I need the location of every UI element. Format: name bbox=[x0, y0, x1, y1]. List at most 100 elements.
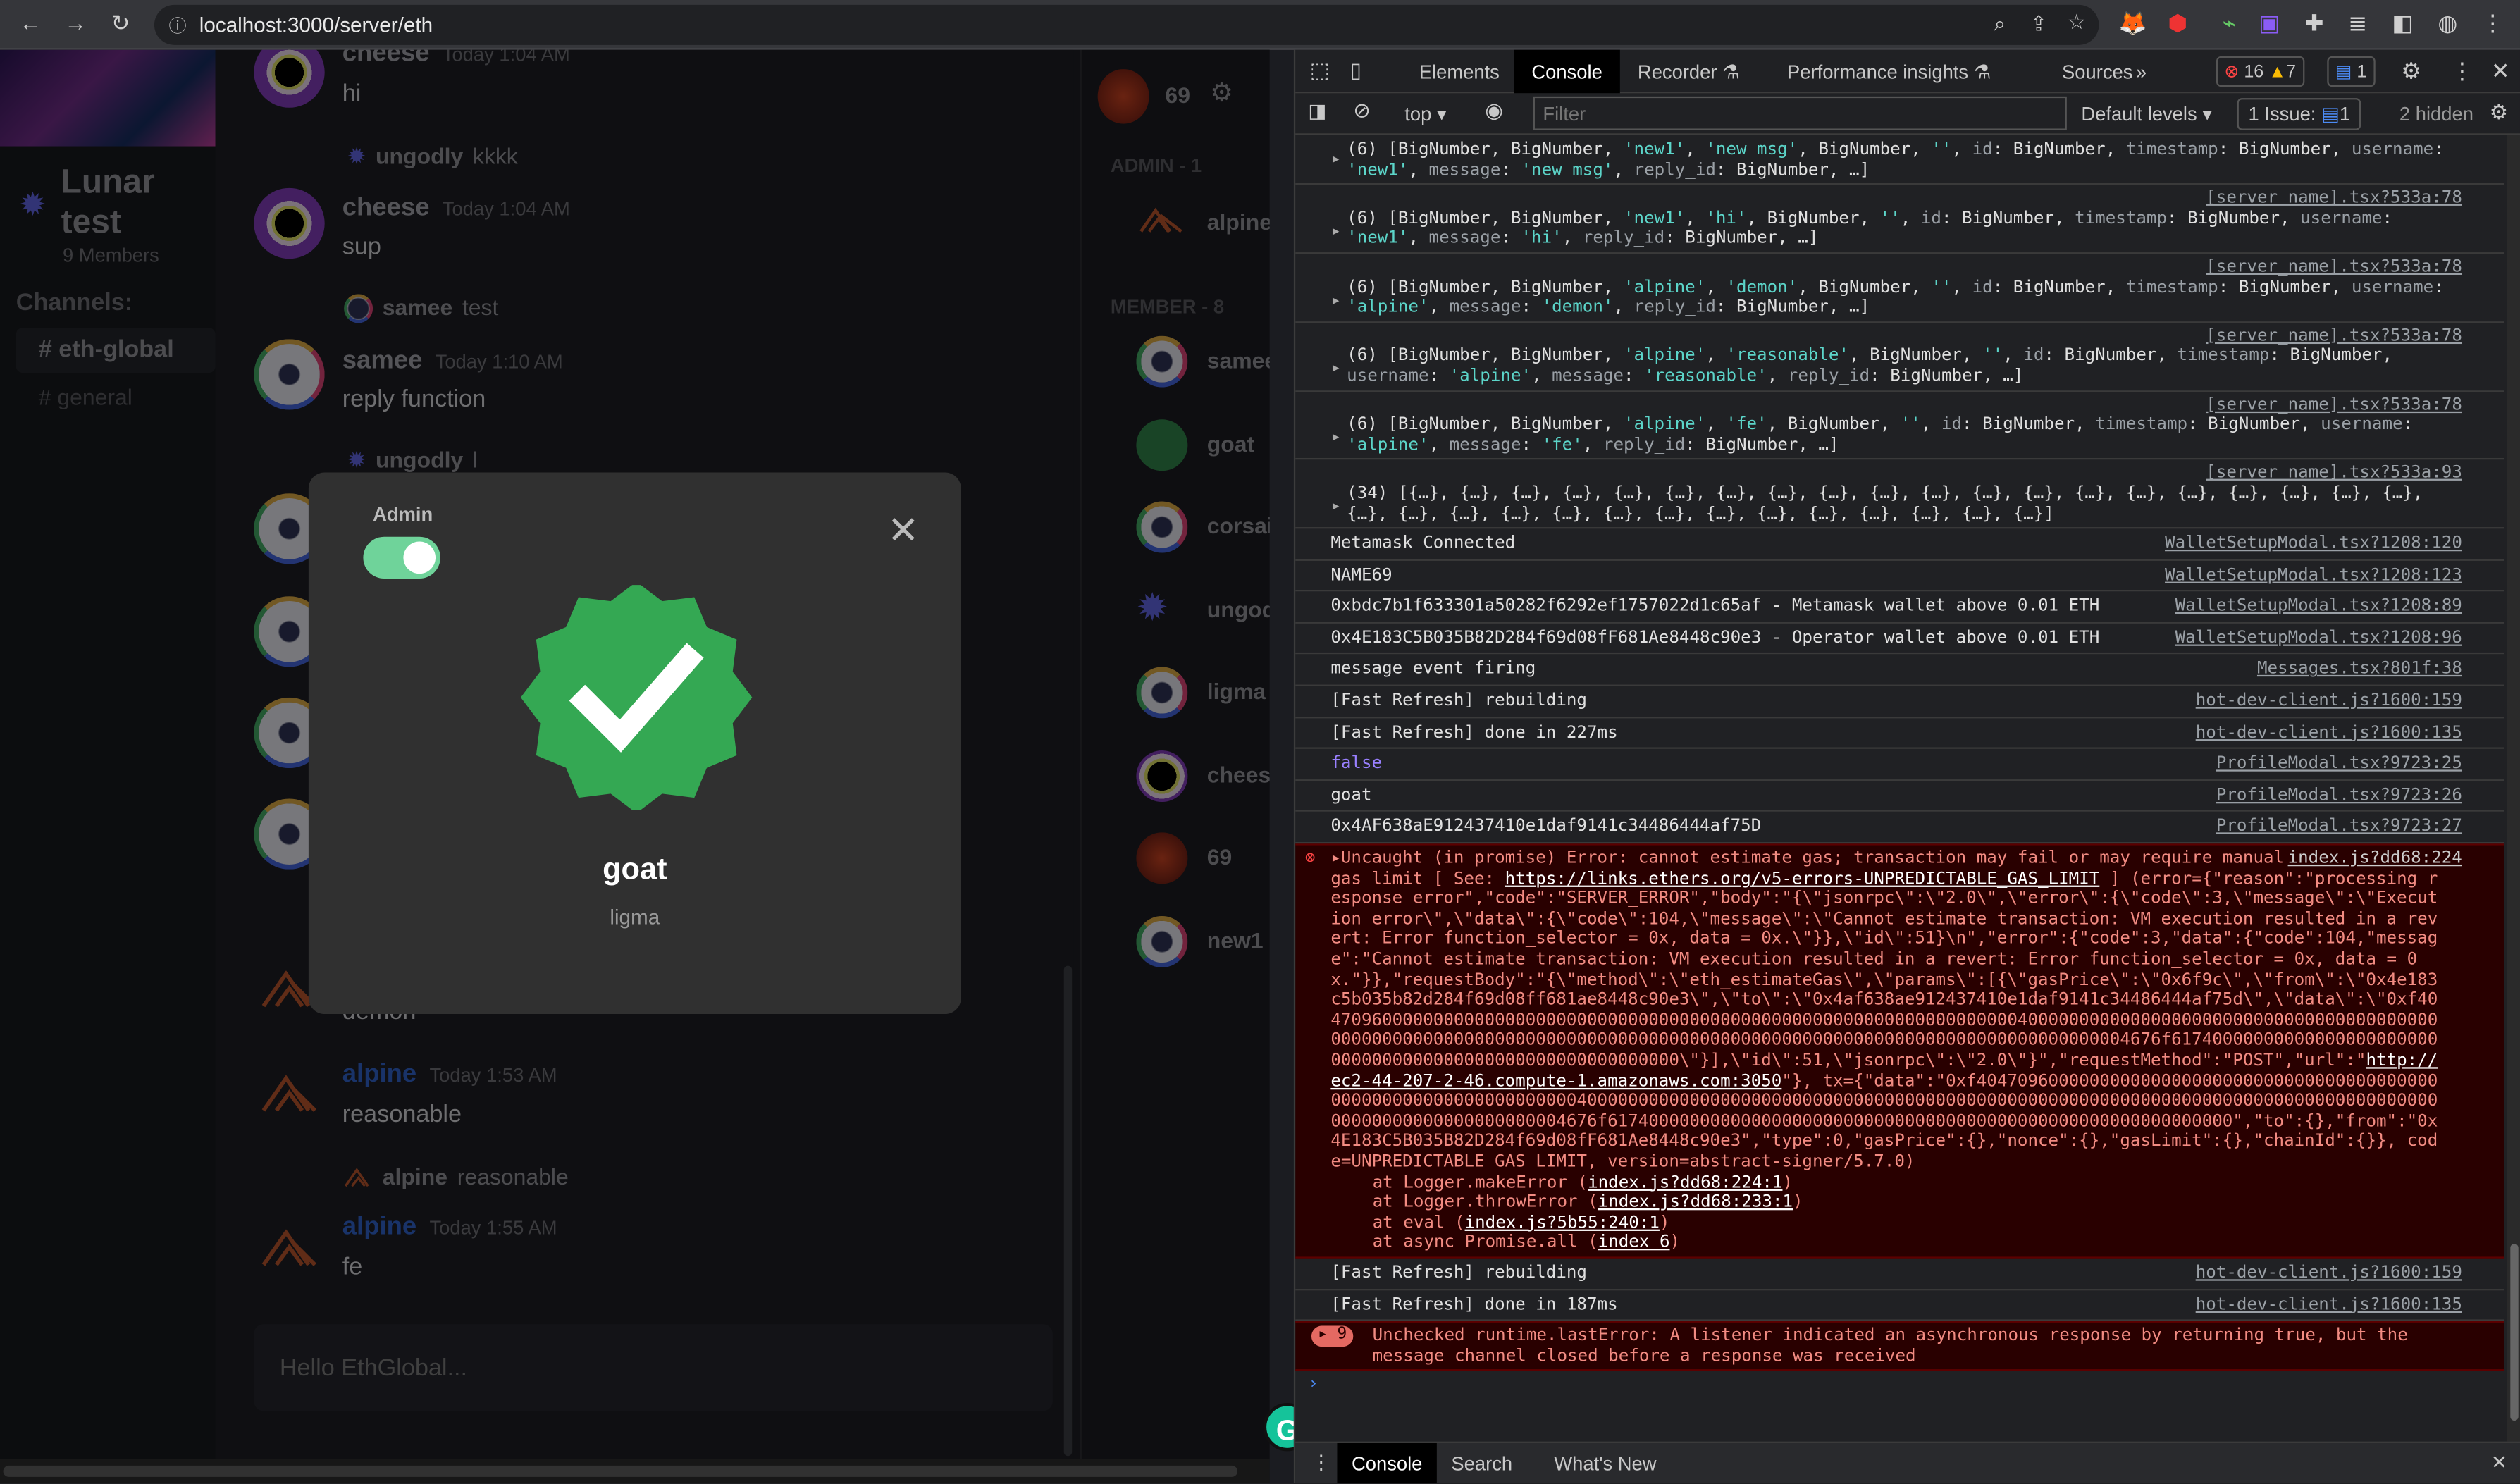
expand-triangle-icon[interactable]: ▸ bbox=[1330, 428, 1341, 448]
expand-triangle-icon[interactable]: ▸ bbox=[1330, 149, 1341, 170]
bookmark-star-icon[interactable]: ☆ bbox=[2068, 10, 2087, 35]
log-source-link[interactable]: index.js?dd68:224 bbox=[2288, 848, 2462, 869]
log-source-link[interactable]: WalletSetupModal.tsx?1208:123 bbox=[2165, 565, 2462, 586]
tab-elements[interactable]: Elements bbox=[1419, 50, 1500, 94]
drawer-tab-search[interactable]: Search bbox=[1451, 1453, 1512, 1476]
console-object-log[interactable]: [server_name].tsx?533a:78 ▸ (6) [BigNumber… bbox=[1295, 323, 2504, 392]
issue-counters[interactable]: ⊗ 16 ▲7 bbox=[2216, 56, 2304, 87]
console-log-entry[interactable]: hot-dev-client.js?1600:159 [Fast Refresh]… bbox=[1295, 686, 2504, 718]
reading-list-icon[interactable]: ≣ bbox=[2343, 10, 2372, 37]
console-filter-input[interactable] bbox=[1533, 96, 2067, 130]
inspect-element-icon[interactable]: ⬚ bbox=[1310, 58, 1330, 83]
messages-counter[interactable]: ▤ 1 bbox=[2327, 56, 2375, 87]
console-log-entry[interactable]: ProfileModal.tsx?9723:27 0x4AF638aE912437… bbox=[1295, 812, 2504, 844]
admin-toggle[interactable] bbox=[363, 536, 440, 579]
console-log-entry[interactable]: WalletSetupModal.tsx?1208:89 0xbdc7b1f633… bbox=[1295, 592, 2504, 624]
address-bar[interactable]: ⓘ localhost:3000/server/eth ⌕ ⇪ ☆ bbox=[154, 4, 2099, 45]
extensions-puzzle-icon[interactable]: ✚ bbox=[2300, 10, 2329, 37]
log-source-link[interactable]: WalletSetupModal.tsx?1208:89 bbox=[2175, 597, 2462, 617]
drawer-tab-whats-new[interactable]: What's New bbox=[1554, 1453, 1656, 1476]
expand-triangle-icon[interactable]: ▸ bbox=[1330, 221, 1341, 242]
console-log-entry[interactable]: WalletSetupModal.tsx?1208:96 0x4E183C5B03… bbox=[1295, 624, 2504, 655]
expand-triangle-icon[interactable]: ▸ bbox=[1330, 290, 1341, 311]
console-object-log[interactable]: [server_name].tsx?533a:78 ▸ (6) [BigNumber… bbox=[1295, 254, 2504, 323]
console-scrollbar[interactable] bbox=[2507, 135, 2520, 1442]
browser-menu-icon[interactable]: ⋮ bbox=[2478, 10, 2507, 37]
settings-gear-icon[interactable]: ⚙ bbox=[2401, 58, 2421, 85]
live-expression-eye-icon[interactable]: ◉ bbox=[1485, 98, 1503, 123]
profile-avatar[interactable]: ◍ bbox=[2433, 10, 2462, 37]
close-devtools-icon[interactable]: ✕ bbox=[2491, 58, 2510, 85]
console-error-entry[interactable]: ⊗ index.js?dd68:224 ▸Uncaught (in promise)… bbox=[1295, 843, 2504, 1259]
kebab-menu-icon[interactable]: ⋮ bbox=[2451, 58, 2473, 85]
console-object-log[interactable]: [server_name].tsx?533a:93 ▸ (34) [{…}, {…}… bbox=[1295, 460, 2504, 529]
metamask-extension-icon[interactable]: 🦊 bbox=[2118, 10, 2147, 37]
drawer-menu-icon[interactable]: ⋮ bbox=[1311, 1451, 1330, 1473]
log-source-link[interactable]: ProfileModal.tsx?9723:26 bbox=[2216, 786, 2462, 806]
expand-triangle-icon[interactable]: ▸ bbox=[1330, 359, 1341, 379]
site-info-icon[interactable]: ⓘ bbox=[168, 13, 186, 38]
log-source-link[interactable]: Messages.tsx?801f:38 bbox=[2257, 660, 2462, 680]
log-source-link[interactable]: hot-dev-client.js?1600:159 bbox=[2196, 1263, 2462, 1283]
console-object-log[interactable]: ▸ (6) [BigNumber, BigNumber, 'new1', 'new… bbox=[1295, 137, 2504, 185]
tab-console[interactable]: Console bbox=[1514, 49, 1620, 94]
expand-triangle-icon[interactable]: ▸ bbox=[1330, 496, 1341, 517]
forward-icon[interactable]: → bbox=[61, 10, 90, 35]
console-log-entry[interactable]: ProfileModal.tsx?9723:25 false bbox=[1295, 749, 2504, 781]
close-drawer-icon[interactable]: ✕ bbox=[2491, 1451, 2507, 1473]
issues-button[interactable]: 1 Issue: ▤1 bbox=[2237, 98, 2362, 130]
devtools-drawer: ⋮ Console Search What's New ✕ bbox=[1295, 1441, 2520, 1483]
tab-sources[interactable]: Sources bbox=[2062, 50, 2132, 94]
profile-subtitle: ligma bbox=[610, 904, 660, 929]
log-source-link[interactable]: WalletSetupModal.tsx?1208:120 bbox=[2165, 533, 2462, 554]
log-source-link[interactable]: [server_name].tsx?533a:78 bbox=[1330, 257, 2462, 278]
clear-console-icon[interactable]: ⊘ bbox=[1353, 98, 1371, 123]
log-source-link[interactable]: [server_name].tsx?533a:93 bbox=[1330, 464, 2462, 484]
error-repeat-badge: ▸ 9 bbox=[1311, 1325, 1354, 1347]
extension-icon[interactable]: ⌁ bbox=[2215, 10, 2244, 37]
devtools-tabbar: ⬚ ▯ Elements Console Recorder ⚗ Performa… bbox=[1295, 49, 2520, 94]
console-log-entry[interactable]: hot-dev-client.js?1600:159 [Fast Refresh]… bbox=[1295, 1258, 2504, 1290]
log-source-link[interactable]: hot-dev-client.js?1600:159 bbox=[2196, 691, 2462, 712]
console-log-entry[interactable]: WalletSetupModal.tsx?1208:120 Metamask Co… bbox=[1295, 529, 2504, 561]
console-object-log[interactable]: [server_name].tsx?533a:78 ▸ (6) [BigNumber… bbox=[1295, 185, 2504, 254]
log-source-link[interactable]: [server_name].tsx?533a:78 bbox=[1330, 326, 2462, 346]
extension-icon[interactable]: ⬢ bbox=[2163, 10, 2192, 37]
share-icon[interactable]: ⇪ bbox=[2030, 11, 2048, 37]
drawer-tab-console[interactable]: Console bbox=[1337, 1442, 1437, 1483]
log-source-link[interactable]: ProfileModal.tsx?9723:25 bbox=[2216, 754, 2462, 774]
log-source-link[interactable]: [server_name].tsx?533a:78 bbox=[1330, 188, 2462, 209]
log-source-link[interactable]: WalletSetupModal.tsx?1208:96 bbox=[2175, 628, 2462, 648]
admin-label: Admin bbox=[373, 502, 433, 526]
console-log-entry[interactable]: hot-dev-client.js?1600:135 [Fast Refresh]… bbox=[1295, 1290, 2504, 1321]
context-select[interactable]: top ▾ bbox=[1404, 103, 1446, 125]
profile-modal: Admin ✕ goat ligma bbox=[308, 472, 961, 1015]
more-tabs-icon[interactable]: » bbox=[2136, 50, 2147, 94]
sidebar-toggle-icon[interactable]: ◨ bbox=[1308, 99, 1326, 122]
verified-badge-icon bbox=[520, 585, 753, 810]
reload-icon[interactable]: ↻ bbox=[106, 10, 135, 37]
tab-recorder[interactable]: Recorder ⚗ bbox=[1638, 50, 1740, 94]
console-object-log[interactable]: [server_name].tsx?533a:78 ▸ (6) [BigNumber… bbox=[1295, 391, 2504, 460]
side-panel-icon[interactable]: ◧ bbox=[2388, 10, 2417, 37]
log-levels-select[interactable]: Default levels ▾ bbox=[2081, 103, 2212, 125]
close-icon[interactable]: ✕ bbox=[887, 508, 920, 555]
log-source-link[interactable]: hot-dev-client.js?1600:135 bbox=[2196, 1294, 2462, 1315]
log-source-link[interactable]: [server_name].tsx?533a:78 bbox=[1330, 395, 2462, 415]
tab-performance-insights[interactable]: Performance insights ⚗ bbox=[1787, 50, 1991, 94]
console-log: ▸ (6) [BigNumber, BigNumber, 'new1', 'new… bbox=[1295, 135, 2504, 1442]
message-icon: ▤ bbox=[2335, 62, 2352, 82]
device-toolbar-icon[interactable]: ▯ bbox=[1350, 58, 1361, 83]
back-icon[interactable]: ← bbox=[16, 10, 45, 35]
console-settings-icon[interactable]: ⚙ bbox=[2490, 99, 2509, 125]
console-runtime-error[interactable]: ▸ 9 Unchecked runtime.lastError: A listen… bbox=[1295, 1321, 2504, 1371]
console-log-entry[interactable]: WalletSetupModal.tsx?1208:123 NAME69 bbox=[1295, 560, 2504, 592]
log-source-link[interactable]: hot-dev-client.js?1600:135 bbox=[2196, 722, 2462, 743]
console-log-entry[interactable]: hot-dev-client.js?1600:135 [Fast Refresh]… bbox=[1295, 718, 2504, 750]
zoom-icon[interactable]: ⌕ bbox=[1994, 11, 2006, 37]
extension-icon[interactable]: ▣ bbox=[2255, 10, 2284, 37]
log-source-link[interactable]: ProfileModal.tsx?9723:27 bbox=[2216, 817, 2462, 838]
console-log-entry[interactable]: ProfileModal.tsx?9723:26 goat bbox=[1295, 781, 2504, 812]
console-log-entry[interactable]: Messages.tsx?801f:38 message event firing bbox=[1295, 655, 2504, 686]
console-prompt[interactable]: › bbox=[1295, 1371, 2504, 1398]
